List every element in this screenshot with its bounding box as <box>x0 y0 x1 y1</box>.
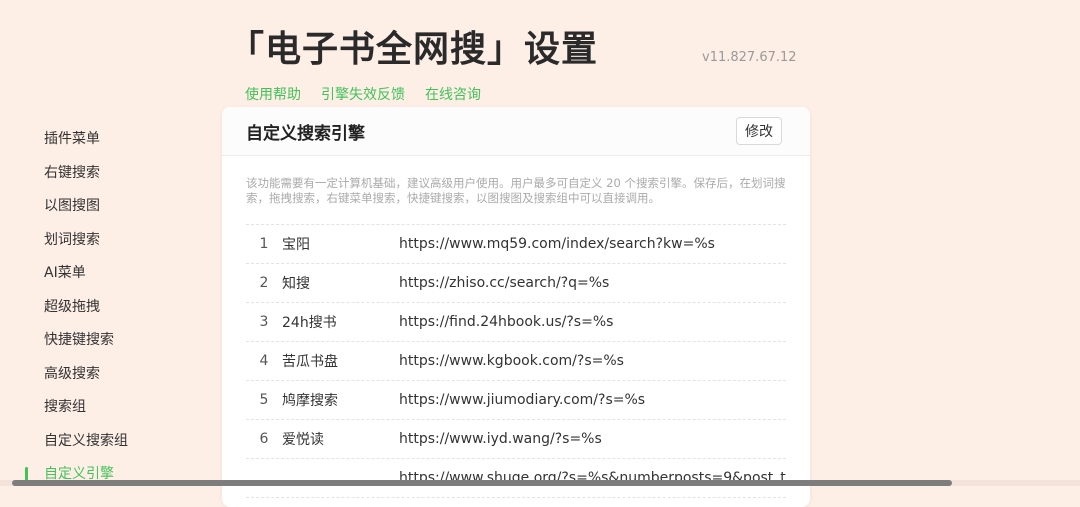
sidebar-item-image-search[interactable]: 以图搜图 <box>0 190 220 224</box>
engine-url: https://www.jiumodiary.com/?s=%s <box>399 392 646 408</box>
header-links: 使用帮助 引擎失效反馈 在线咨询 <box>245 84 481 104</box>
sidebar-item-custom-engine[interactable]: 自定义引擎 <box>0 458 220 492</box>
scrollbar-thumb[interactable] <box>12 480 952 486</box>
online-consult-link[interactable]: 在线咨询 <box>425 84 481 104</box>
sidebar-item-advanced-search[interactable]: 高级搜索 <box>0 358 220 392</box>
engine-index: 2 <box>259 275 269 291</box>
sidebar-item-selection-search[interactable]: 划词搜索 <box>0 224 220 258</box>
panel-description: 该功能需要有一定计算机基础，建议高级用户使用。用户最多可自定义 20 个搜索引擎… <box>246 176 786 205</box>
engine-row: 6 爱悦读 https://www.iyd.wang/?s=%s <box>246 420 786 459</box>
engine-list: 1 宝阳 https://www.mq59.com/index/search?k… <box>246 224 786 498</box>
engine-row: 1 宝阳 https://www.mq59.com/index/search?k… <box>246 225 786 264</box>
engine-row: 5 鸠摩搜索 https://www.jiumodiary.com/?s=%s <box>246 381 786 420</box>
sidebar-item-search-group[interactable]: 搜索组 <box>0 391 220 425</box>
engine-row: 2 知搜 https://zhiso.cc/search/?q=%s <box>246 264 786 303</box>
engine-index: 5 <box>259 392 269 408</box>
engine-url: https://find.24hbook.us/?s=%s <box>399 314 614 330</box>
engine-name: 鸠摩搜索 <box>282 393 338 409</box>
sidebar-item-super-drag[interactable]: 超级拖拽 <box>0 291 220 325</box>
sidebar-item-shortcut-search[interactable]: 快捷键搜索 <box>0 324 220 358</box>
engine-index: 4 <box>259 353 269 369</box>
engine-name: 知搜 <box>282 276 310 292</box>
panel-title: 自定义搜索引擎 <box>246 123 365 144</box>
page-title: 「电子书全网搜」设置 <box>228 29 599 70</box>
engine-index: 6 <box>259 431 269 447</box>
engine-index: 1 <box>259 236 269 252</box>
sidebar-item-context-search[interactable]: 右键搜索 <box>0 157 220 191</box>
engine-name: 爱悦读 <box>282 432 324 448</box>
engine-name: 苦瓜书盘 <box>282 354 338 370</box>
engine-row: https://www.shuge.org/?s=%s&numberposts=… <box>246 459 786 498</box>
sidebar-item-plugin-menu[interactable]: 插件菜单 <box>0 123 220 157</box>
engine-index: 3 <box>259 314 269 330</box>
engine-url: https://www.kgbook.com/?s=%s <box>399 353 624 369</box>
sidebar-item-custom-search-group[interactable]: 自定义搜索组 <box>0 425 220 459</box>
engine-row: 4 苦瓜书盘 https://www.kgbook.com/?s=%s <box>246 342 786 381</box>
engine-row: 3 24h搜书 https://find.24hbook.us/?s=%s <box>246 303 786 342</box>
engine-name: 宝阳 <box>282 237 310 253</box>
horizontal-scrollbar[interactable] <box>0 480 1080 486</box>
custom-engine-panel: 自定义搜索引擎 修改 该功能需要有一定计算机基础，建议高级用户使用。用户最多可自… <box>222 107 810 507</box>
version-label: v11.827.67.12 <box>702 50 797 65</box>
engine-name: 24h搜书 <box>282 315 337 331</box>
help-link[interactable]: 使用帮助 <box>245 84 301 104</box>
panel-header: 自定义搜索引擎 修改 <box>222 107 810 156</box>
engine-feedback-link[interactable]: 引擎失效反馈 <box>321 84 405 104</box>
engine-url: https://www.mq59.com/index/search?kw=%s <box>399 236 715 252</box>
edit-button[interactable]: 修改 <box>736 117 782 145</box>
sidebar: 插件菜单 右键搜索 以图搜图 划词搜索 AI菜单 超级拖拽 快捷键搜索 高级搜索… <box>0 123 220 492</box>
engine-url: https://zhiso.cc/search/?q=%s <box>399 275 610 291</box>
engine-url: https://www.iyd.wang/?s=%s <box>399 431 602 447</box>
sidebar-item-ai-menu[interactable]: AI菜单 <box>0 257 220 291</box>
